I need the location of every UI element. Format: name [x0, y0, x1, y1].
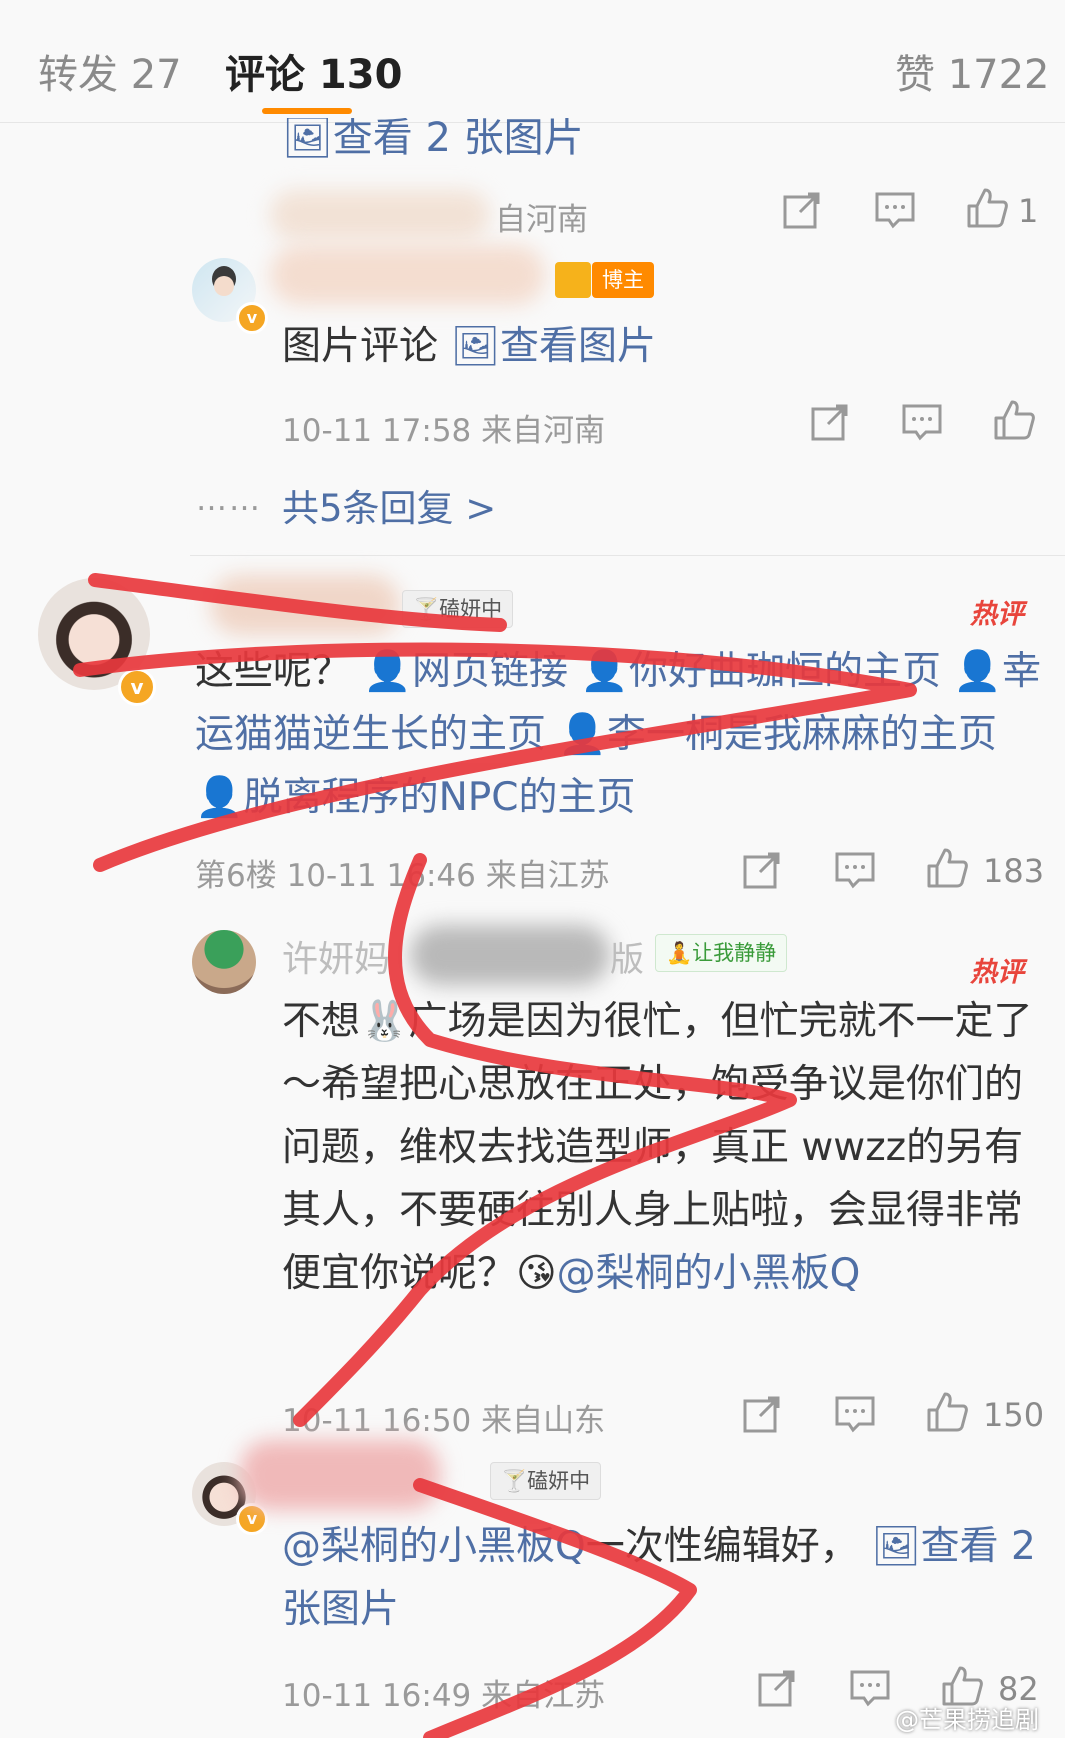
crown-icon	[555, 262, 591, 298]
person-icon: 👤	[363, 649, 412, 694]
person-icon: 👤	[558, 712, 607, 757]
link-user-1[interactable]: 你好曲珈恒的主页	[629, 649, 941, 694]
link-webpage[interactable]: 网页链接	[412, 649, 568, 694]
repost-icon[interactable]	[755, 1666, 799, 1710]
reply-meta: 10-11 17:58 来自河南	[282, 413, 606, 449]
image-icon: 🖼	[450, 324, 500, 369]
watermark: @芒果捞追剧	[895, 1706, 1039, 1734]
comment-text: 不想🐰广场是因为很忙，但忙完就不一定了～希望把心思放在正处，饱受争议是你们的问题…	[282, 999, 1033, 1296]
more-replies-link[interactable]: 共5条回复 >	[282, 478, 496, 532]
mention-link[interactable]: @梨桐的小黑板Q	[282, 1524, 586, 1569]
comment-meta: 10-11 16:50 来自山东	[282, 1403, 606, 1439]
view-image-link[interactable]: 查看图片	[500, 324, 656, 369]
hot-comment-badge: 热评	[970, 599, 1024, 630]
repost-icon[interactable]	[808, 400, 852, 444]
like-count: 150	[983, 1396, 1045, 1434]
comment-meta: 10-11 16:49 来自江苏	[282, 1678, 606, 1714]
fan-tag: 🍸磕妍中	[490, 1462, 602, 1500]
tab-likes[interactable]: 赞 1722	[895, 42, 1050, 100]
image-icon: 🖼	[282, 118, 333, 158]
divider	[190, 555, 1065, 556]
mention-link[interactable]: @梨桐的小黑板Q	[557, 1251, 861, 1296]
person-icon: 👤	[580, 649, 629, 694]
active-tab-indicator	[262, 108, 352, 114]
blurred-username	[270, 190, 490, 240]
username-partial[interactable]: 许妍妈	[282, 930, 390, 982]
blogger-badge: 博主	[592, 262, 654, 298]
tab-comments[interactable]: 评论 130	[225, 42, 402, 100]
comment-icon[interactable]	[833, 1392, 877, 1436]
like-count: 183	[983, 852, 1045, 890]
meditation-icon: 🧘	[666, 941, 693, 965]
person-icon: 👤	[953, 649, 1002, 694]
comment-text: @梨桐的小黑板Q一次性编辑好， 🖼查看 2 张图片	[282, 1524, 1036, 1632]
verified-badge: v	[118, 668, 156, 706]
fan-tag: 🧘让我静静	[655, 934, 788, 972]
repost-icon[interactable]	[780, 188, 824, 232]
blurred-username	[210, 575, 400, 635]
cocktail-icon: 🍸	[501, 1469, 528, 1493]
tab-repost[interactable]: 转发 27	[38, 42, 182, 100]
person-icon: 👤	[195, 775, 244, 820]
comment-icon[interactable]	[833, 848, 877, 892]
comment-icon[interactable]	[873, 188, 917, 232]
link-user-3[interactable]: 李一桐是我麻麻的主页	[607, 712, 997, 757]
avatar[interactable]	[192, 930, 256, 994]
reply-text: 图片评论 🖼查看图片	[282, 324, 656, 369]
comment-text: 这些呢？ 👤网页链接 👤你好曲珈恒的主页 👤幸运猫猫逆生长的主页 👤李一桐是我麻…	[195, 649, 1041, 820]
like-icon[interactable]	[992, 398, 1036, 442]
verified-badge: v	[236, 302, 268, 334]
fan-tag: 🍸磕妍中	[402, 590, 514, 628]
location-text: 自河南	[495, 202, 588, 238]
hot-comment-badge: 热评	[970, 957, 1024, 988]
comment-meta: 第6楼 10-11 16:46 来自江苏	[195, 858, 610, 894]
comment-icon[interactable]	[900, 400, 944, 444]
like-count: 1	[1018, 192, 1039, 230]
repost-icon[interactable]	[740, 1392, 784, 1436]
dots: ……	[196, 482, 262, 518]
link-user-4[interactable]: 脱离程序的NPC的主页	[244, 775, 636, 820]
blurred-username	[410, 925, 610, 985]
like-icon[interactable]	[965, 186, 1009, 230]
username-end: 版	[610, 940, 644, 980]
like-icon[interactable]	[925, 1390, 969, 1434]
view-images-link[interactable]: 🖼查看 2 张图片	[282, 118, 584, 158]
image-icon: 🖼	[871, 1524, 921, 1569]
cocktail-icon: 🍸	[413, 597, 440, 621]
comment-icon[interactable]	[848, 1666, 892, 1710]
blurred-username	[240, 1440, 440, 1510]
like-icon[interactable]	[925, 846, 969, 890]
repost-icon[interactable]	[740, 848, 784, 892]
blurred-username	[270, 245, 545, 305]
